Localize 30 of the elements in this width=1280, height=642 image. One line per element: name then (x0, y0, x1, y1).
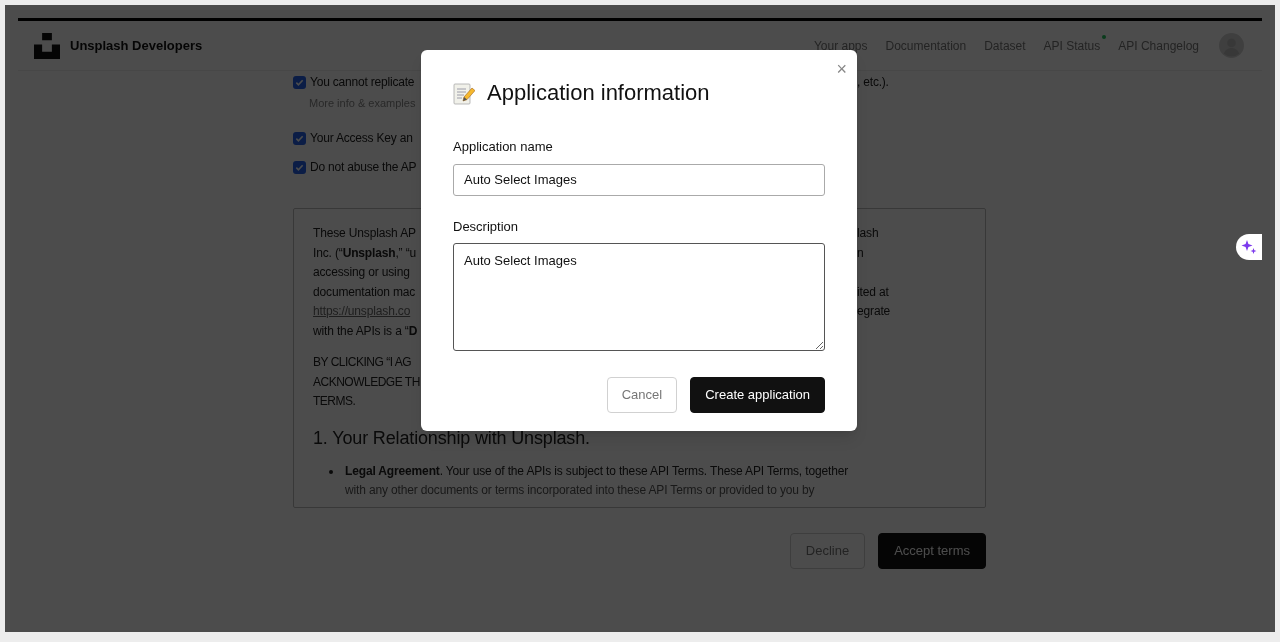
checklist-text: Do not abuse the AP (310, 159, 418, 176)
terms-text: egrate (857, 303, 891, 320)
description-field[interactable]: Auto Select Images (453, 243, 825, 351)
checklist-text: Your Access Key an (310, 130, 414, 147)
memo-icon (453, 80, 475, 105)
terms-text: with the APIs is a “D (313, 322, 419, 340)
checklist-text: You cannot replicate (310, 74, 416, 91)
terms-text: These Unsplash AP (313, 225, 417, 242)
terms-text: BY CLICKING “I AG (313, 355, 411, 369)
brand-name: Unsplash Developers (70, 36, 203, 55)
name-field[interactable]: Auto Select Images (453, 163, 825, 196)
sparkle-icon (1241, 239, 1257, 255)
secondary-button[interactable]: Cancel (606, 377, 678, 413)
terms-text: documentation mac (313, 283, 417, 301)
terms-text: ited at (857, 283, 889, 301)
terms-text: ACKNOWLEDGE TH (313, 374, 420, 389)
field-label: Description (453, 217, 520, 236)
section-heading: 1. Your Relationship with Unsplash. (313, 426, 591, 450)
terms-text: Legal Agreement. Your use of the APIs is subject to these API Terms. These API Terms, together (345, 462, 849, 480)
assistant-button[interactable] (1236, 234, 1262, 260)
checklist-text: , etc.). (857, 74, 889, 91)
terms-text: lash (857, 225, 879, 242)
dialog-title: Application information (487, 79, 710, 107)
field-label: Application name (453, 138, 554, 156)
terms-text: Inc. (“Unsplash,” “u (313, 244, 418, 262)
terms-text: accessing or using (313, 264, 411, 281)
terms-text: n (857, 244, 864, 262)
terms-text: TERMS. (313, 394, 356, 408)
close-button[interactable]: × (836, 60, 847, 78)
primary-button[interactable]: Create application (690, 377, 825, 413)
